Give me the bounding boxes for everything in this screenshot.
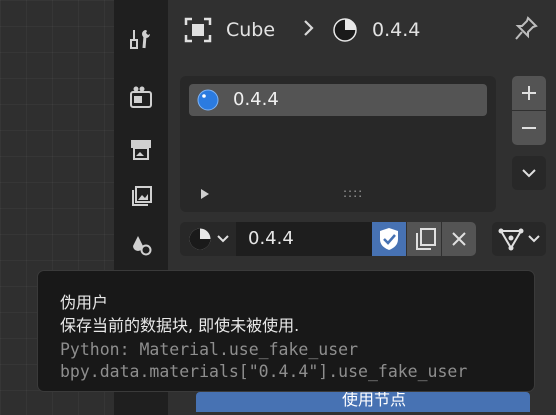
scene-icon: [133, 236, 152, 256]
tool-icon: [130, 30, 150, 49]
shield-icon: [380, 228, 398, 250]
material-name: 0.4.4: [372, 19, 421, 41]
material-crumb: 0.4.4: [332, 17, 420, 43]
object-icon: [184, 17, 212, 43]
breadcrumb-separator: [302, 17, 316, 39]
remove-slot-button[interactable]: [512, 111, 546, 145]
use-nodes-button[interactable]: 使用节点: [196, 392, 530, 412]
chevron-down-icon: [528, 235, 540, 243]
duplicate-material-button[interactable]: [407, 222, 441, 256]
view-layer-tab[interactable]: [126, 182, 156, 212]
list-item[interactable]: 0.4.4: [189, 84, 487, 116]
unlink-material-button[interactable]: [442, 222, 476, 256]
printer-icon: [131, 140, 151, 160]
triangle-right-icon[interactable]: [200, 188, 210, 200]
slot-label: 0.4.4: [233, 89, 279, 110]
render-tab[interactable]: [126, 82, 156, 112]
material-name-field[interactable]: 0.4.4: [236, 222, 372, 256]
render-icon: [130, 86, 152, 108]
link-mode-button[interactable]: [492, 222, 546, 256]
copy-icon: [416, 228, 436, 250]
view-layer-icon: [132, 186, 152, 206]
breadcrumb: Cube 0.4.4: [168, 0, 556, 60]
slot-specials-button[interactable]: [512, 156, 546, 190]
list-resize-handle[interactable]: ::::: [343, 186, 363, 200]
tooltip-description: 保存当前的数据块, 即使未被使用.: [60, 316, 300, 335]
chevron-down-icon: [217, 235, 229, 243]
pin-button[interactable]: [514, 16, 538, 42]
close-icon: [452, 232, 466, 246]
use-nodes-label: 使用节点: [342, 392, 407, 409]
chevron-right-icon: [304, 20, 314, 36]
material-name-value: 0.4.4: [248, 228, 294, 249]
minus-icon: [522, 127, 536, 129]
object-name: Cube: [226, 19, 276, 41]
material-slot-list[interactable]: 0.4.4 ::::: [180, 76, 496, 212]
fake-user-toggle[interactable]: [372, 222, 406, 256]
material-sphere-icon: [333, 18, 357, 42]
scene-tab[interactable]: [126, 230, 156, 260]
tooltip: 伪用户 保存当前的数据块, 即使未被使用. Python: Material.u…: [37, 270, 535, 392]
material-sphere-icon: [189, 228, 211, 250]
browse-material-button[interactable]: [180, 222, 236, 256]
add-slot-button[interactable]: [512, 76, 546, 110]
tooltip-python-path: Python: Material.use_fake_user: [60, 340, 359, 359]
plus-icon: [522, 86, 536, 100]
tooltip-title: 伪用户: [60, 293, 109, 312]
material-ball-icon: [197, 89, 219, 111]
chevron-down-icon: [522, 169, 536, 178]
tooltip-python-data-path: bpy.data.materials["0.4.4"].use_fake_use…: [60, 362, 468, 381]
mesh-data-icon: [498, 228, 524, 251]
tool-tab[interactable]: [126, 24, 156, 54]
pin-icon: [515, 16, 538, 40]
output-tab[interactable]: [126, 134, 156, 164]
object-data: Cube: [184, 17, 275, 43]
